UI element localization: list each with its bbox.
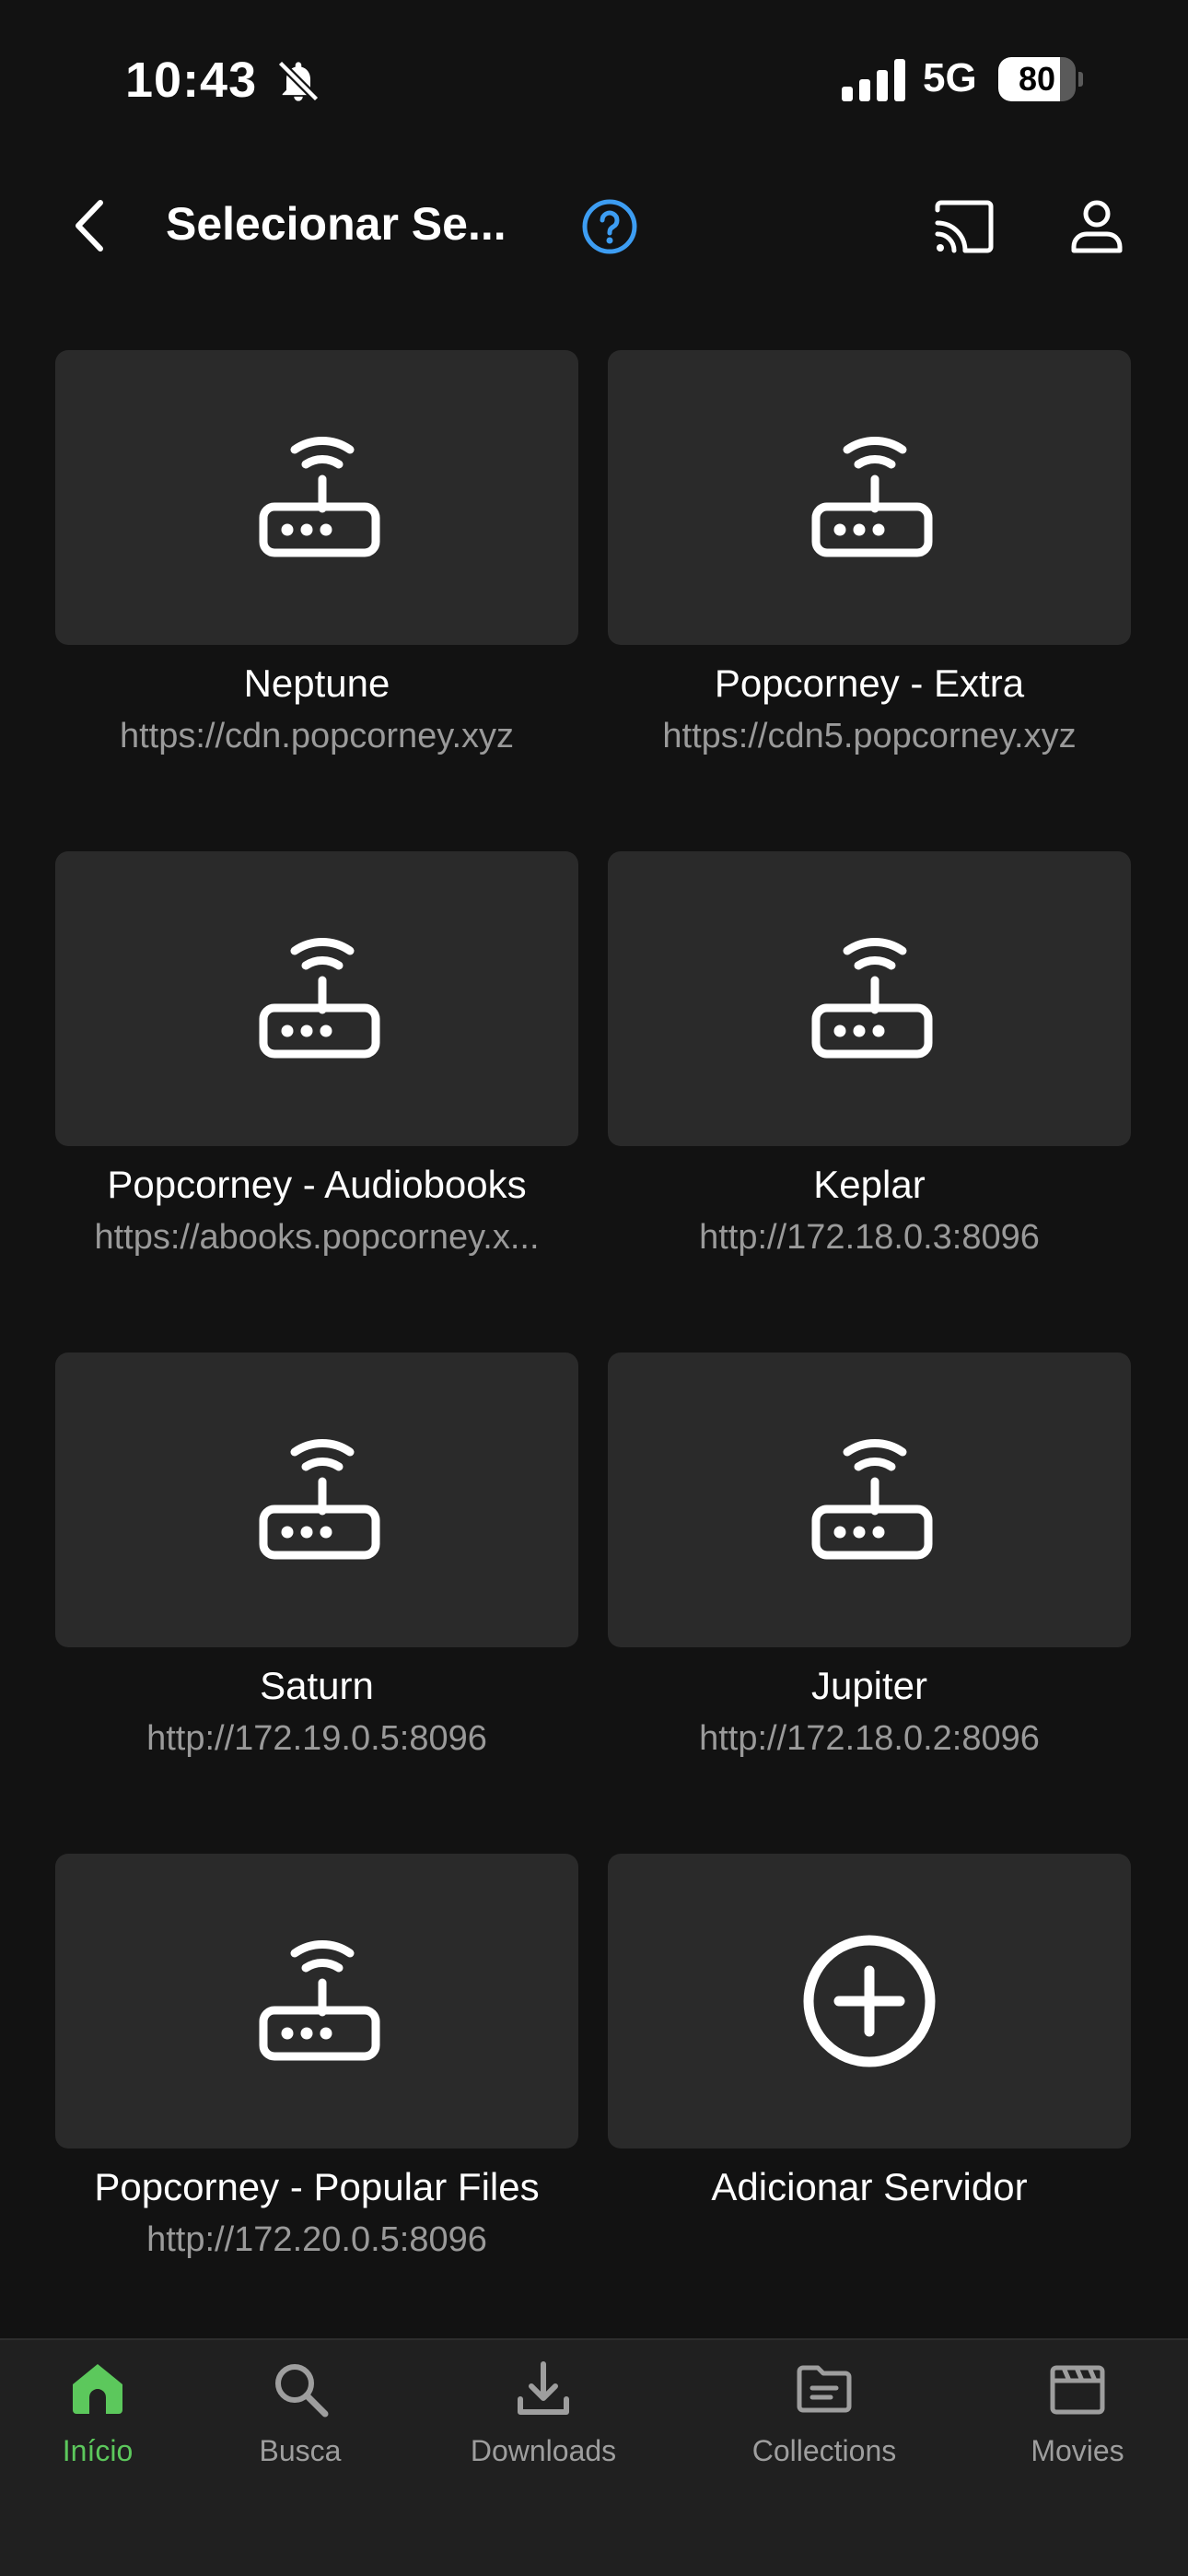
server-name: Popcorney - Popular Files [94, 2165, 540, 2208]
server-card-keplar[interactable]: Keplar http://172.18.0.3:8096 [608, 851, 1131, 1294]
server-tile[interactable] [55, 851, 578, 1146]
cast-icon[interactable] [932, 197, 996, 256]
nav-item-movies[interactable]: Movies [1017, 2359, 1138, 2488]
nav-label: Início [62, 2434, 134, 2467]
router-icon [805, 934, 934, 1063]
clapperboard-icon [1050, 2365, 1105, 2415]
server-url: http://172.18.0.3:8096 [699, 1218, 1040, 1257]
nav-label: Downloads [470, 2434, 617, 2467]
battery-icon: 80 [998, 57, 1083, 101]
nav-label: Collections [751, 2434, 897, 2467]
bell-off-icon [277, 60, 320, 102]
help-icon[interactable] [580, 197, 639, 256]
server-card-popcorney-popular-files[interactable]: Popcorney - Popular Files http://172.20.… [55, 1854, 578, 2296]
server-url: http://172.19.0.5:8096 [146, 1719, 487, 1758]
bottom-nav: Início Busca Downloads Collections Movie… [0, 2338, 1188, 2576]
cellular-signal-icon [842, 59, 905, 101]
nav-item-downloads[interactable]: Downloads [451, 2359, 635, 2488]
add-server-card[interactable]: Adicionar Servidor [608, 1854, 1131, 2296]
server-name: Neptune [243, 662, 390, 705]
nav-item-collections[interactable]: Collections [728, 2359, 921, 2488]
add-server-label: Adicionar Servidor [711, 2165, 1028, 2208]
server-name: Saturn [260, 1664, 374, 1707]
app-screen: 10:43 5G 80 Selecionar Se... Neptune htt… [0, 0, 1188, 2576]
add-server-button[interactable] [608, 1854, 1131, 2149]
router-icon [252, 1435, 381, 1564]
server-tile[interactable] [55, 1854, 578, 2149]
server-name: Popcorney - Audiobooks [107, 1163, 527, 1206]
server-card-neptune[interactable]: Neptune https://cdn.popcorney.xyz [55, 350, 578, 792]
router-icon [805, 1435, 934, 1564]
server-tile[interactable] [55, 1352, 578, 1647]
router-icon [252, 1937, 381, 2066]
network-type: 5G [923, 55, 977, 100]
server-card-saturn[interactable]: Saturn http://172.19.0.5:8096 [55, 1352, 578, 1795]
server-card-popcorney-extra[interactable]: Popcorney - Extra https://cdn5.popcorney… [608, 350, 1131, 792]
server-url: http://172.18.0.2:8096 [699, 1719, 1040, 1758]
app-header: Selecionar Se... [0, 175, 1188, 276]
server-tile[interactable] [55, 350, 578, 645]
router-icon [805, 433, 934, 562]
server-url: https://abooks.popcorney.x... [94, 1218, 540, 1257]
server-card-jupiter[interactable]: Jupiter http://172.18.0.2:8096 [608, 1352, 1131, 1795]
nav-label: Movies [1031, 2434, 1124, 2467]
back-button[interactable] [57, 193, 122, 258]
router-icon [252, 934, 381, 1063]
server-name: Popcorney - Extra [714, 662, 1025, 705]
server-card-popcorney-audiobooks[interactable]: Popcorney - Audiobooks https://abooks.po… [55, 851, 578, 1294]
user-profile-icon[interactable] [1066, 195, 1127, 256]
server-tile[interactable] [608, 350, 1131, 645]
router-icon [252, 433, 381, 562]
nav-item-home[interactable]: Início [42, 2359, 153, 2488]
server-url: https://cdn5.popcorney.xyz [662, 717, 1077, 755]
search-icon [275, 2364, 329, 2418]
server-url: https://cdn.popcorney.xyz [119, 717, 515, 755]
server-name: Jupiter [810, 1664, 928, 1707]
home-icon [73, 2364, 122, 2414]
page-title: Selecionar Se... [166, 198, 507, 250]
add-circle-icon [803, 1935, 936, 2067]
folder-icon [797, 2365, 852, 2413]
server-name: Keplar [813, 1163, 926, 1206]
download-icon [518, 2361, 569, 2415]
server-tile[interactable] [608, 851, 1131, 1146]
nav-label: Busca [259, 2434, 342, 2467]
nav-item-search[interactable]: Busca [236, 2359, 365, 2488]
status-time: 10:43 [125, 53, 258, 108]
battery-percent: 80 [1018, 60, 1056, 98]
chevron-left-icon [76, 200, 103, 252]
server-url: http://172.20.0.5:8096 [146, 2220, 487, 2259]
status-bar: 10:43 5G 80 [0, 0, 1188, 157]
server-tile[interactable] [608, 1352, 1131, 1647]
